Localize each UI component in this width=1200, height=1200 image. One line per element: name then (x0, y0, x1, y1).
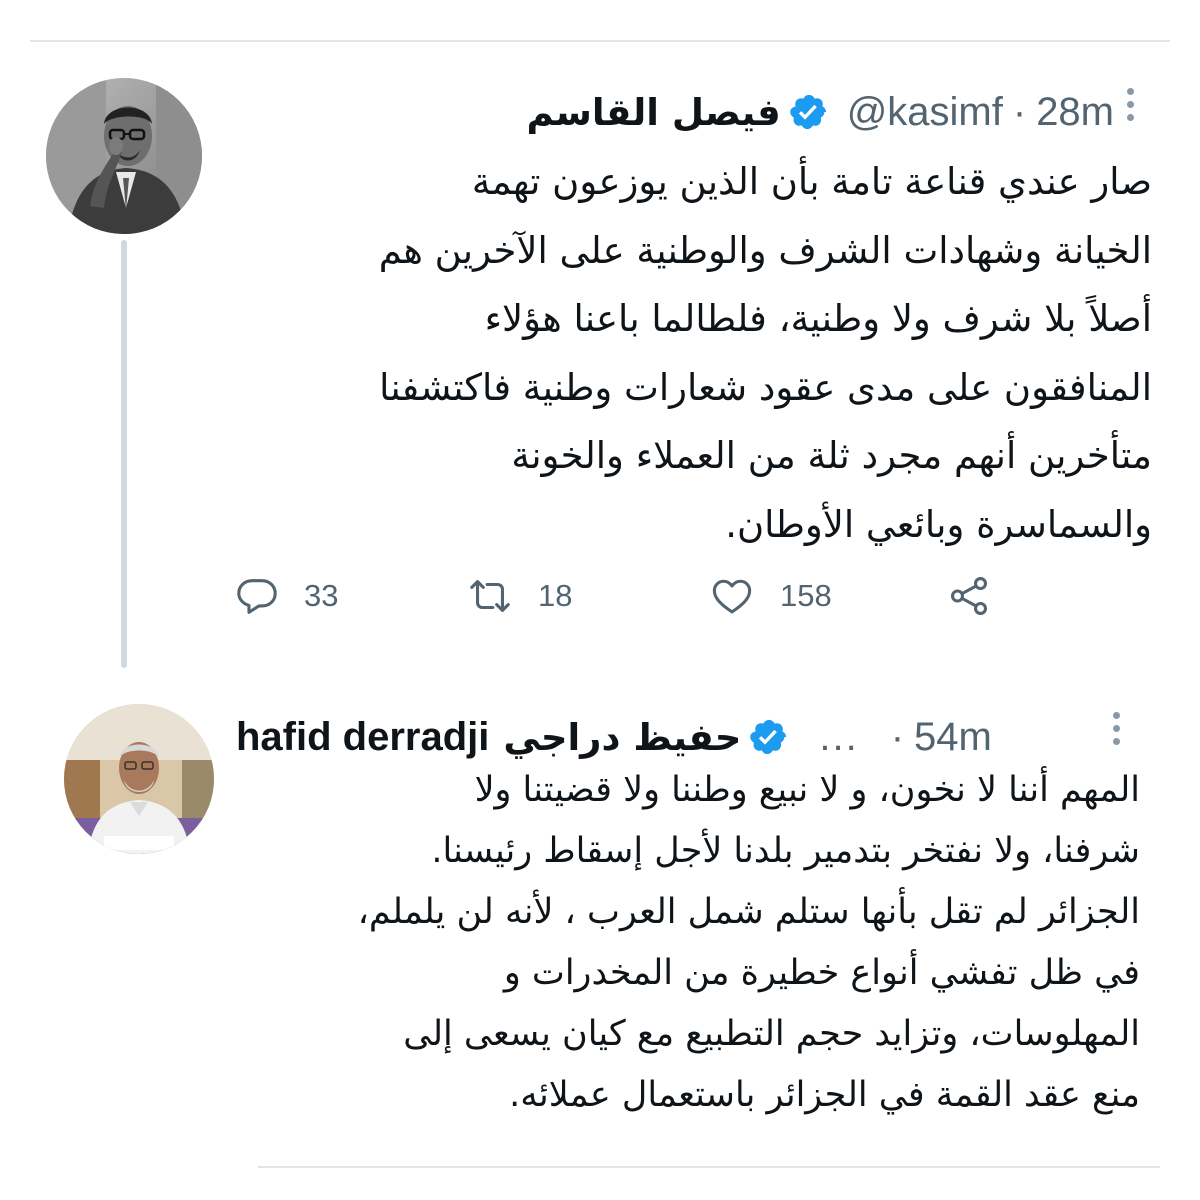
avatar-faisal-alqasim[interactable] (46, 78, 202, 234)
tweet-1-header: فيصل القاسم @kasimf · 28m (234, 80, 1114, 144)
tweet-1-actions: 33 18 158 (234, 566, 1054, 626)
verified-badge-icon (749, 717, 789, 757)
top-divider (30, 40, 1170, 42)
like-button[interactable]: 158 (708, 566, 832, 626)
tweet-text-line: الخيانة وشهادات الشرف والوطنية على الآخر… (378, 228, 1152, 272)
tweet-text-line: المهلوسات، وتزايد حجم التطبيع مع كيان يس… (403, 1014, 1140, 1054)
tweet-text-line: أصلاً بلا شرف ولا وطنية، فلطالما باعنا ه… (484, 297, 1152, 340)
retweet-count: 18 (538, 578, 573, 613)
tweet-timestamp[interactable]: 54m (914, 715, 992, 760)
tweet-text-line: المنافقون على مدى عقود شعارات وطنية فاكت… (379, 365, 1152, 409)
tweet-1-text: صار عندي قناعة تامة بأن الذين يوزعون تهم… (232, 148, 1152, 559)
handle-truncation: ... (819, 714, 859, 759)
reply-icon (234, 573, 280, 619)
tweet-text-line: متأخرين أنهم مجرد ثلة من العملاء والخونة (511, 434, 1152, 477)
like-count: 158 (780, 578, 832, 613)
thread-connector-line (121, 240, 127, 668)
tweet-timestamp[interactable]: 28m (1036, 90, 1114, 135)
tweet-text-line: منع عقد القمة في الجزائر باستعمال عملائه… (509, 1075, 1140, 1115)
share-icon (944, 573, 994, 619)
tweet-text-line: في ظل تفشي أنواع خطيرة من المخدرات و (503, 953, 1140, 993)
tweet-text-line: شرفنا، ولا نفتخر بتدمير بلدنا لأجل إسقاط… (431, 831, 1140, 871)
time-separator: · (890, 714, 905, 759)
tweet-text-line: الجزائر لم تقل بأنها ستلم شمل العرب ، لأ… (357, 892, 1140, 932)
tweet-text-line: المهم أننا لا نخون، و لا نبيع وطننا ولا … (474, 770, 1140, 810)
verified-badge-icon (789, 92, 829, 132)
share-button[interactable] (944, 566, 994, 626)
bottom-divider (258, 1166, 1160, 1168)
tweet-text-line: صار عندي قناعة تامة بأن الذين يوزعون تهم… (471, 160, 1152, 203)
author-name[interactable]: فيصل القاسم (526, 91, 780, 134)
author-handle[interactable]: @kasimf (847, 90, 1003, 135)
more-options-icon[interactable] (1106, 712, 1126, 751)
reply-button[interactable]: 33 (234, 566, 338, 626)
time-separator: · (1012, 89, 1027, 134)
retweet-icon (466, 573, 514, 619)
author-name-english[interactable]: hafid derradji (236, 715, 489, 760)
retweet-button[interactable]: 18 (466, 566, 572, 626)
tweet-2-text: المهم أننا لا نخون، و لا نبيع وطننا ولا … (240, 760, 1140, 1126)
tweet-text-line: والسماسرة وبائعي الأوطان. (725, 502, 1152, 546)
reply-count: 33 (304, 578, 339, 613)
avatar-hafid-derradji[interactable] (64, 704, 214, 854)
author-name-arabic[interactable]: حفيظ دراجي (503, 716, 741, 759)
like-icon (708, 573, 756, 619)
more-options-icon[interactable] (1120, 88, 1140, 127)
